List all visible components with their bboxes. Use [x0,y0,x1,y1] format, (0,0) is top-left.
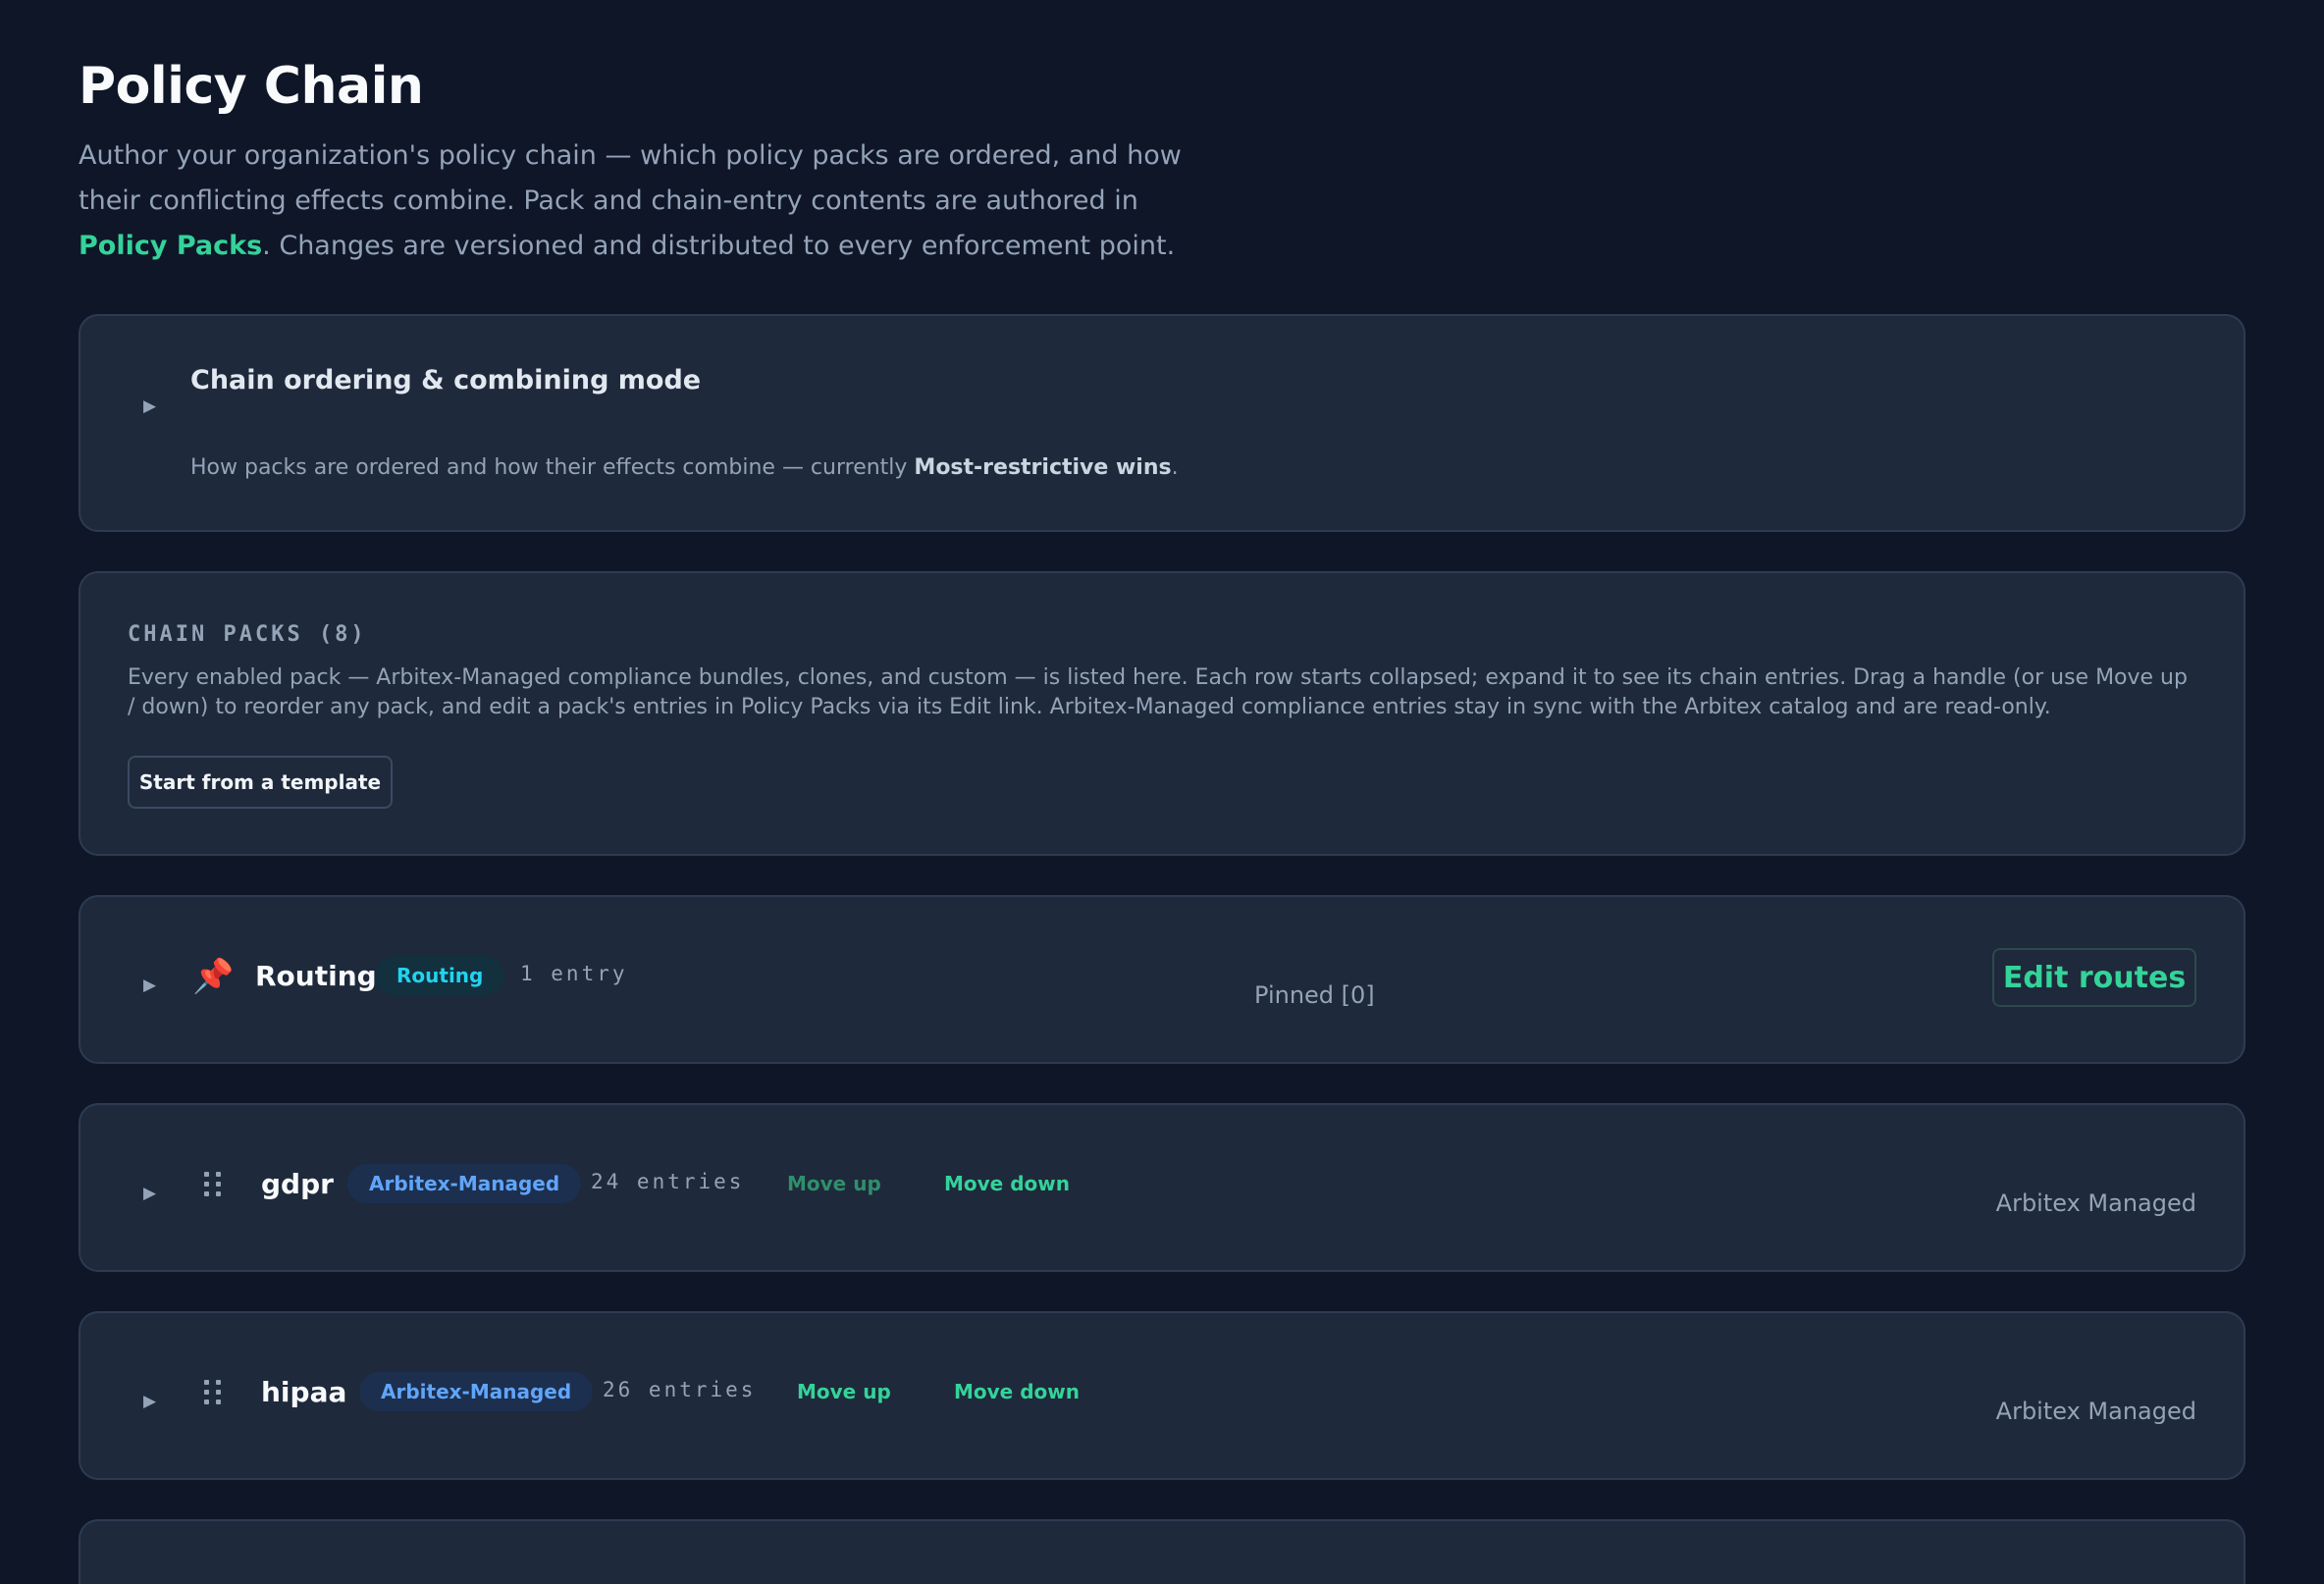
pack-type-badge: Arbitex-Managed [347,1164,582,1203]
chain-packs-heading: CHAIN PACKS (8) [128,622,367,647]
chain-packs-section: CHAIN PACKS (8) Every enabled pack — Arb… [79,571,2245,856]
move-down-button[interactable]: Move down [944,1172,1070,1195]
combining-mode-value: Most-restrictive wins [914,455,1172,480]
caret-right-icon[interactable]: ▶ [143,1394,156,1410]
page-description-text-end: . Changes are versioned and distributed … [262,231,1176,261]
entry-count: 24 entries [591,1170,745,1193]
pack-type-badge: Routing [375,956,505,995]
page-description: Author your organization's policy chain … [79,133,1188,269]
pack-row-next[interactable] [79,1519,2245,1584]
caret-right-icon[interactable]: ▶ [143,1186,156,1202]
caret-right-icon[interactable]: ▶ [143,977,156,994]
pinned-status: Pinned [0] [1254,981,1375,1009]
pack-row-hipaa[interactable]: ▶ hipaa Arbitex-Managed 26 entries Move … [79,1311,2245,1480]
pack-row-routing[interactable]: ▶ 📌 Routing Routing 1 entry Pinned [0] E… [79,895,2245,1064]
summary-suffix: . [1171,455,1179,480]
policy-chain-page: Policy Chain Author your organization's … [0,0,2324,1584]
move-up-button[interactable]: Move up [787,1172,881,1195]
edit-routes-button[interactable]: Edit routes [1992,948,2196,1007]
managed-status: Arbitex Managed [1995,1398,2196,1425]
managed-status: Arbitex Managed [1995,1189,2196,1217]
policy-packs-link[interactable]: Policy Packs [79,231,262,261]
pack-name: Routing [255,960,377,992]
chain-ordering-section[interactable]: ▶ Chain ordering & combining mode How pa… [79,314,2245,532]
move-down-button[interactable]: Move down [954,1380,1080,1403]
pack-row-gdpr[interactable]: ▶ gdpr Arbitex-Managed 24 entries Move u… [79,1103,2245,1272]
drag-handle-icon[interactable] [204,1172,222,1197]
move-up-button[interactable]: Move up [797,1380,891,1403]
summary-prefix: How packs are ordered and how their effe… [190,455,915,480]
page-description-text: Author your organization's policy chain … [79,140,1182,216]
pack-name: hipaa [261,1376,347,1408]
start-from-template-button[interactable]: Start from a template [128,756,393,809]
chain-ordering-summary: How packs are ordered and how their effe… [190,455,1179,480]
chain-packs-description: Every enabled pack — Arbitex-Managed com… [128,665,2188,719]
pushpin-icon: 📌 [192,957,235,996]
pack-type-badge: Arbitex-Managed [359,1372,594,1411]
drag-handle-icon[interactable] [204,1380,222,1405]
page-title: Policy Chain [79,57,424,116]
chain-ordering-title[interactable]: Chain ordering & combining mode [190,365,701,396]
entry-count: 1 entry [520,962,628,985]
pack-name: gdpr [261,1168,334,1200]
entry-count: 26 entries [603,1378,757,1401]
caret-right-icon[interactable]: ▶ [143,398,156,415]
